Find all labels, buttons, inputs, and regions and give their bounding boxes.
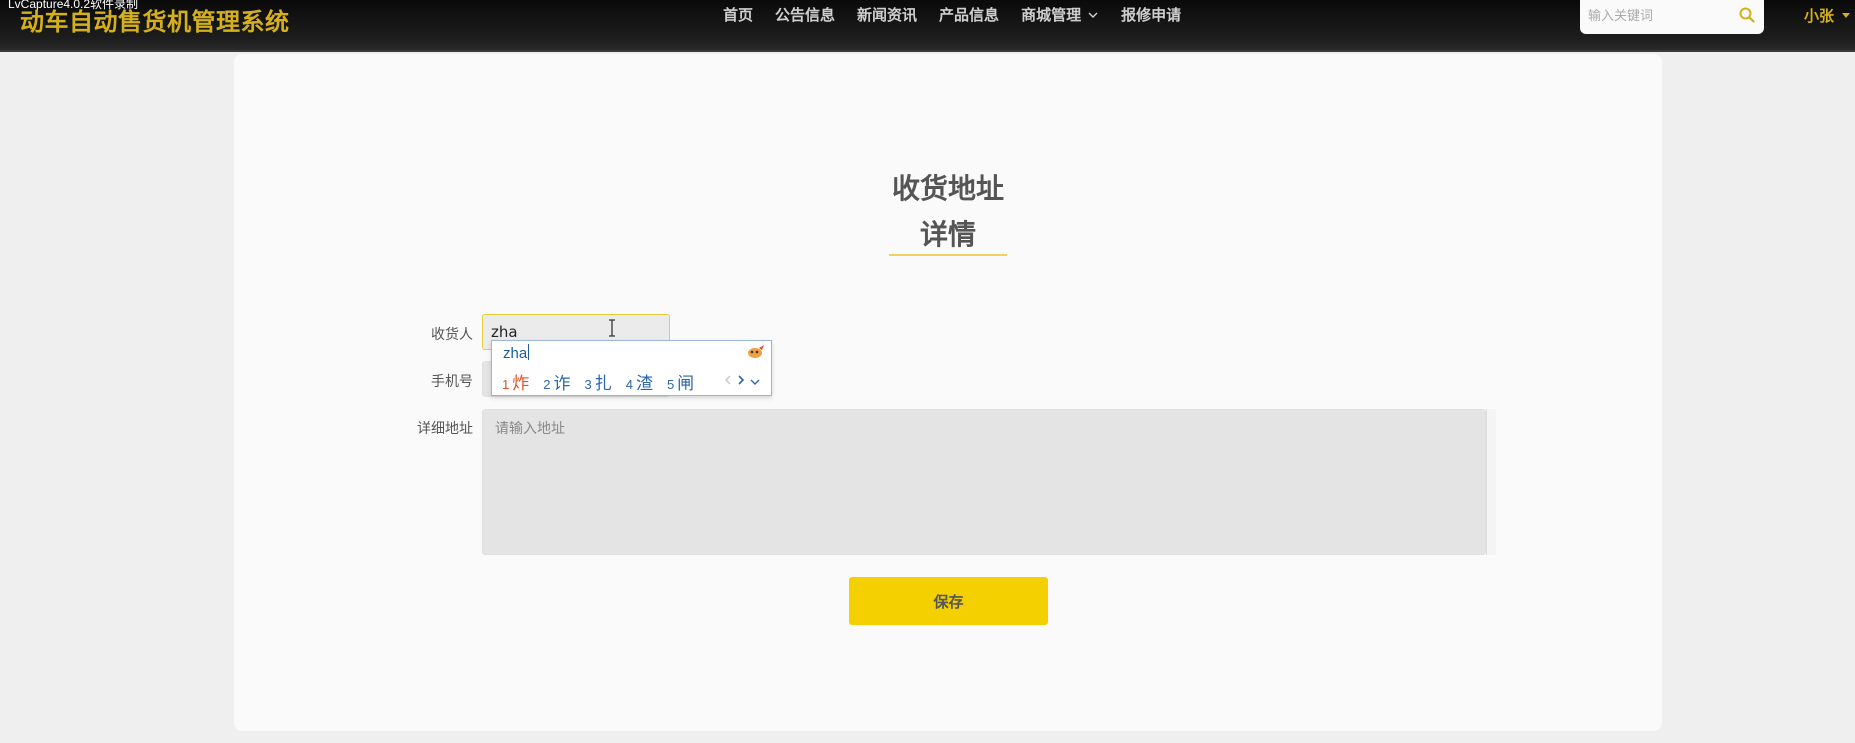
ime-candidate-2[interactable]: 2诈 [543,369,570,394]
nav-item-products[interactable]: 产品信息 [939,5,999,25]
ime-page-controls [724,371,765,390]
nav-item-label: 报修申请 [1121,6,1182,24]
phone-label: 手机号 [431,374,473,390]
ime-composition-text: zha [503,345,528,362]
ime-candidate-popup: zha 1炸 2诈 3扎 4渣 5闸 [491,340,772,396]
ime-candidate-3[interactable]: 3扎 [584,369,611,394]
page-title: 收货地址 详情 [234,166,1662,258]
candidate-char: 诈 [553,374,571,394]
ime-candidate-1[interactable]: 1炸 [502,369,529,394]
text-cursor-icon [609,319,615,337]
save-button[interactable]: 保存 [849,577,1048,625]
site-logo[interactable]: 动车自动售货机管理系统 [20,2,290,37]
search-input[interactable] [1588,4,1728,28]
username-label: 小张 [1804,7,1835,25]
nav-item-label: 商城管理 [1021,6,1082,24]
ime-composition: zha [503,344,530,362]
candidate-number: 3 [584,377,592,392]
caret [528,344,530,360]
page-title-line-1: 收货地址 [891,172,1004,205]
textarea-scrollbar[interactable] [1486,409,1496,555]
candidate-char: 扎 [594,374,612,394]
nav-item-mall-management[interactable]: 商城管理 [1021,5,1099,25]
candidate-number: 1 [502,377,510,392]
nav-item-news[interactable]: 新闻资讯 [857,5,917,25]
nav-item-label: 首页 [723,6,754,24]
candidate-number: 2 [543,377,551,392]
candidate-char: 炸 [512,374,530,394]
chevron-right-icon[interactable] [737,371,745,390]
nav-item-home[interactable]: 首页 [723,5,753,25]
address-detail-card: 收货地址 详情 收货人 手机号 详细地址 保存 [234,54,1662,731]
nav-item-label: 公告信息 [775,6,836,24]
candidate-char: 渣 [635,374,653,394]
candidate-char: 闸 [677,374,695,394]
ime-candidate-4[interactable]: 4渣 [626,369,653,394]
candidate-number: 4 [625,377,633,392]
ime-mascot-icon[interactable] [744,344,766,360]
caret-down-icon [1842,13,1851,18]
ime-candidate-row: 1炸 2诈 3扎 4渣 5闸 [502,369,708,394]
user-menu[interactable]: 小张 [1804,5,1851,26]
title-underline [889,254,1007,256]
ime-candidate-5[interactable]: 5闸 [667,369,694,394]
nav-item-label: 新闻资讯 [857,6,918,24]
top-navigation-bar: LvCapture4.0.2软件录制 动车自动售货机管理系统 首页 公告信息 新… [0,0,1855,52]
nav-item-announcements[interactable]: 公告信息 [775,5,835,25]
nav-item-repair-request[interactable]: 报修申请 [1121,5,1181,25]
main-nav: 首页 公告信息 新闻资讯 产品信息 商城管理 报修申请 [723,5,1203,25]
candidate-number: 5 [666,377,675,392]
page-title-line-2: 详情 [919,218,976,251]
search-icon[interactable] [1738,6,1756,24]
address-label: 详细地址 [417,421,473,437]
receiver-label: 收货人 [431,327,473,343]
nav-item-label: 产品信息 [939,6,1000,24]
chevron-down-icon [1088,12,1098,18]
chevron-left-icon[interactable] [724,371,732,390]
search-box [1580,0,1764,34]
chevron-down-icon[interactable] [750,371,760,390]
address-textarea[interactable] [482,409,1486,555]
